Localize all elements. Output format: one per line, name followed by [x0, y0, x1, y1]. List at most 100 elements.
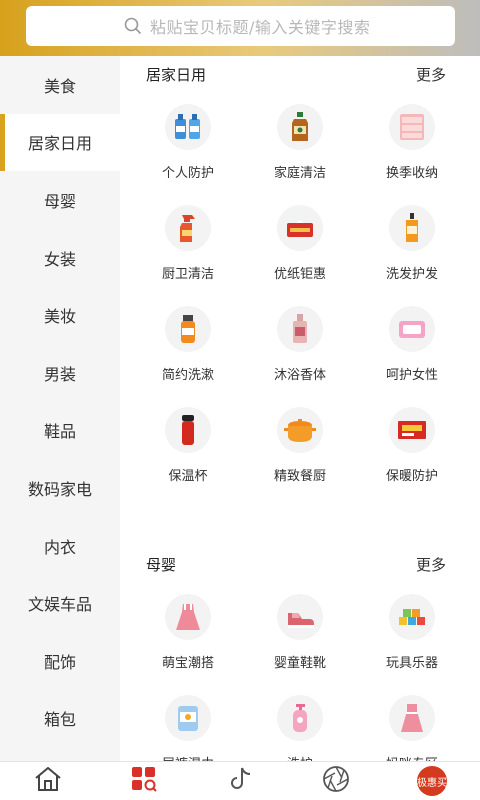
- more-link[interactable]: 更多: [416, 64, 446, 85]
- subcategory-label: 洗发护发: [385, 267, 438, 282]
- sidebar-item-accessories[interactable]: 配饰: [0, 632, 120, 690]
- subcategory-item[interactable]: 换季收纳: [356, 92, 468, 193]
- tab-douyin[interactable]: [210, 763, 270, 799]
- aperture-icon: [321, 764, 351, 798]
- subcategory-label: 个人防护: [161, 166, 214, 181]
- sidebar-item-beauty[interactable]: 美妆: [0, 286, 120, 344]
- disinfectant-bottle-icon: [277, 104, 323, 150]
- diaper-pack-icon: [165, 695, 211, 741]
- subcategory-label: 简约洗漱: [161, 368, 214, 383]
- baby-dress-icon: [165, 594, 211, 640]
- sidebar-item-shoes[interactable]: 鞋品: [0, 402, 120, 460]
- subcategory-label: 优纸钜惠: [273, 267, 326, 282]
- body-spray-icon: [277, 306, 323, 352]
- bottom-tab-bar: 极惠买: [0, 761, 480, 800]
- subcategory-grid: 个人防护 家庭清洁 换季收纳 厨卫清洁 优纸钜惠 洗发护发 简约洗漱 沐浴香体 …: [120, 92, 480, 496]
- cooking-pot-icon: [277, 407, 323, 453]
- subcategory-item[interactable]: 简约洗漱: [132, 294, 244, 395]
- subcategory-label: 呵护女性: [385, 368, 438, 383]
- sidebar-item-label: 母婴: [43, 191, 76, 211]
- subcategory-item[interactable]: 精致餐厨: [244, 395, 356, 496]
- tissue-box-icon: [277, 205, 323, 251]
- subcategory-item[interactable]: 个人防护: [132, 92, 244, 193]
- search-placeholder: 粘贴宝贝标题/输入关键字搜索: [150, 18, 371, 37]
- tab-category[interactable]: [114, 763, 174, 799]
- subcategory-label: 婴童鞋靴: [273, 656, 326, 671]
- sidebar-item-entertainment-car[interactable]: 文娱车品: [0, 574, 120, 632]
- subcategory-label: 家庭清洁: [273, 166, 326, 181]
- subcategory-label: 换季收纳: [385, 166, 438, 181]
- subcategory-label: 萌宝潮搭: [161, 656, 214, 671]
- subcategory-item[interactable]: 尿裤湿巾: [132, 683, 244, 761]
- sidebar-item-label: 美食: [43, 76, 76, 96]
- sidebar-item-bags[interactable]: 箱包: [0, 690, 120, 748]
- category-content: 居家日用 更多 个人防护 家庭清洁 换季收纳 厨卫清洁 优纸钜惠 洗发护发 简约…: [120, 56, 480, 761]
- subcategory-item[interactable]: 玩具乐器: [356, 582, 468, 683]
- toy-blocks-icon: [389, 594, 435, 640]
- sidebar-item-mens-wear[interactable]: 男装: [0, 344, 120, 402]
- section-title: 母婴: [146, 555, 177, 574]
- category-icon: [129, 765, 159, 797]
- subcategory-item[interactable]: 呵护女性: [356, 294, 468, 395]
- more-link[interactable]: 更多: [416, 554, 446, 575]
- subcategory-item[interactable]: 保温杯: [132, 395, 244, 496]
- sidebar-item-food[interactable]: 美食: [0, 56, 120, 114]
- thermos-icon: [165, 407, 211, 453]
- sidebar-item-label: 鞋品: [43, 422, 76, 442]
- sidebar-item-label: 配饰: [43, 652, 76, 672]
- section-header: 母婴 更多: [120, 546, 480, 582]
- subcategory-item[interactable]: 优纸钜惠: [244, 193, 356, 294]
- subcategory-label: 玩具乐器: [385, 656, 438, 671]
- tab-aperture[interactable]: [306, 763, 366, 799]
- sanitizer-bottles-icon: [165, 104, 211, 150]
- sidebar-item-label: 箱包: [43, 710, 76, 730]
- subcategory-item[interactable]: 妈咪专区: [356, 683, 468, 761]
- sidebar-item-label: 居家日用: [27, 134, 92, 154]
- subcategory-label: 沐浴香体: [273, 368, 326, 383]
- sidebar-item-digital[interactable]: 数码家电: [0, 459, 120, 517]
- warmer-pack-icon: [389, 407, 435, 453]
- section-title: 居家日用: [146, 65, 207, 84]
- spray-bottle-icon: [165, 205, 211, 251]
- subcategory-item[interactable]: 萌宝潮搭: [132, 582, 244, 683]
- subcategory-label: 尿裤湿巾: [162, 753, 214, 761]
- category-sidebar: 美食 居家日用 母婴 女装 美妆 男装 鞋品 数码家电 内衣 文娱车品 配饰 箱…: [0, 56, 120, 761]
- subcategory-grid: 萌宝潮搭 婴童鞋靴 玩具乐器 尿裤湿巾 洗护: [120, 582, 480, 761]
- subcategory-item[interactable]: 保暖防护: [356, 395, 468, 496]
- sidebar-item-label: 文娱车品: [27, 595, 92, 615]
- subcategory-label: 精致餐厨: [273, 469, 326, 484]
- subcategory-item[interactable]: 洗发护发: [356, 193, 468, 294]
- sidebar-item-label: 数码家电: [27, 479, 92, 499]
- home-icon: [33, 765, 63, 797]
- sidebar-item-label: 男装: [43, 364, 76, 384]
- sidebar-item-household[interactable]: 居家日用: [0, 113, 120, 172]
- baby-wash-icon: [277, 695, 323, 741]
- subcategory-item[interactable]: 家庭清洁: [244, 92, 356, 193]
- subcategory-item[interactable]: 洗护: [244, 683, 356, 761]
- subcategory-item[interactable]: 厨卫清洁: [132, 193, 244, 294]
- subcategory-label: 妈咪专区: [386, 753, 438, 761]
- sidebar-item-label: 女装: [43, 249, 76, 269]
- sidebar-item-label: 内衣: [43, 537, 76, 557]
- mouthwash-icon: [165, 306, 211, 352]
- tab-home[interactable]: [18, 763, 78, 799]
- search-bar[interactable]: 粘贴宝贝标题/输入关键字搜索: [26, 6, 455, 46]
- subcategory-label: 洗护: [287, 753, 313, 761]
- sidebar-item-mother-baby[interactable]: 母婴: [0, 171, 120, 229]
- top-header: 粘贴宝贝标题/输入关键字搜索: [0, 0, 480, 56]
- search-icon: [122, 15, 144, 37]
- brand-logo: 极惠买: [417, 766, 447, 796]
- sanitary-pad-icon: [389, 306, 435, 352]
- sidebar-item-womens-wear[interactable]: 女装: [0, 229, 120, 287]
- shampoo-bottle-icon: [389, 205, 435, 251]
- subcategory-item[interactable]: 沐浴香体: [244, 294, 356, 395]
- douyin-icon: [226, 765, 254, 797]
- subcategory-label: 保温杯: [168, 469, 208, 484]
- section-header: 居家日用 更多: [120, 56, 480, 92]
- sidebar-item-underwear[interactable]: 内衣: [0, 517, 120, 575]
- tab-brand[interactable]: 极惠买: [402, 763, 462, 799]
- maternity-dress-icon: [389, 695, 435, 741]
- subcategory-label: 厨卫清洁: [161, 267, 214, 282]
- subcategory-item[interactable]: 婴童鞋靴: [244, 582, 356, 683]
- subcategory-label: 保暖防护: [385, 469, 438, 484]
